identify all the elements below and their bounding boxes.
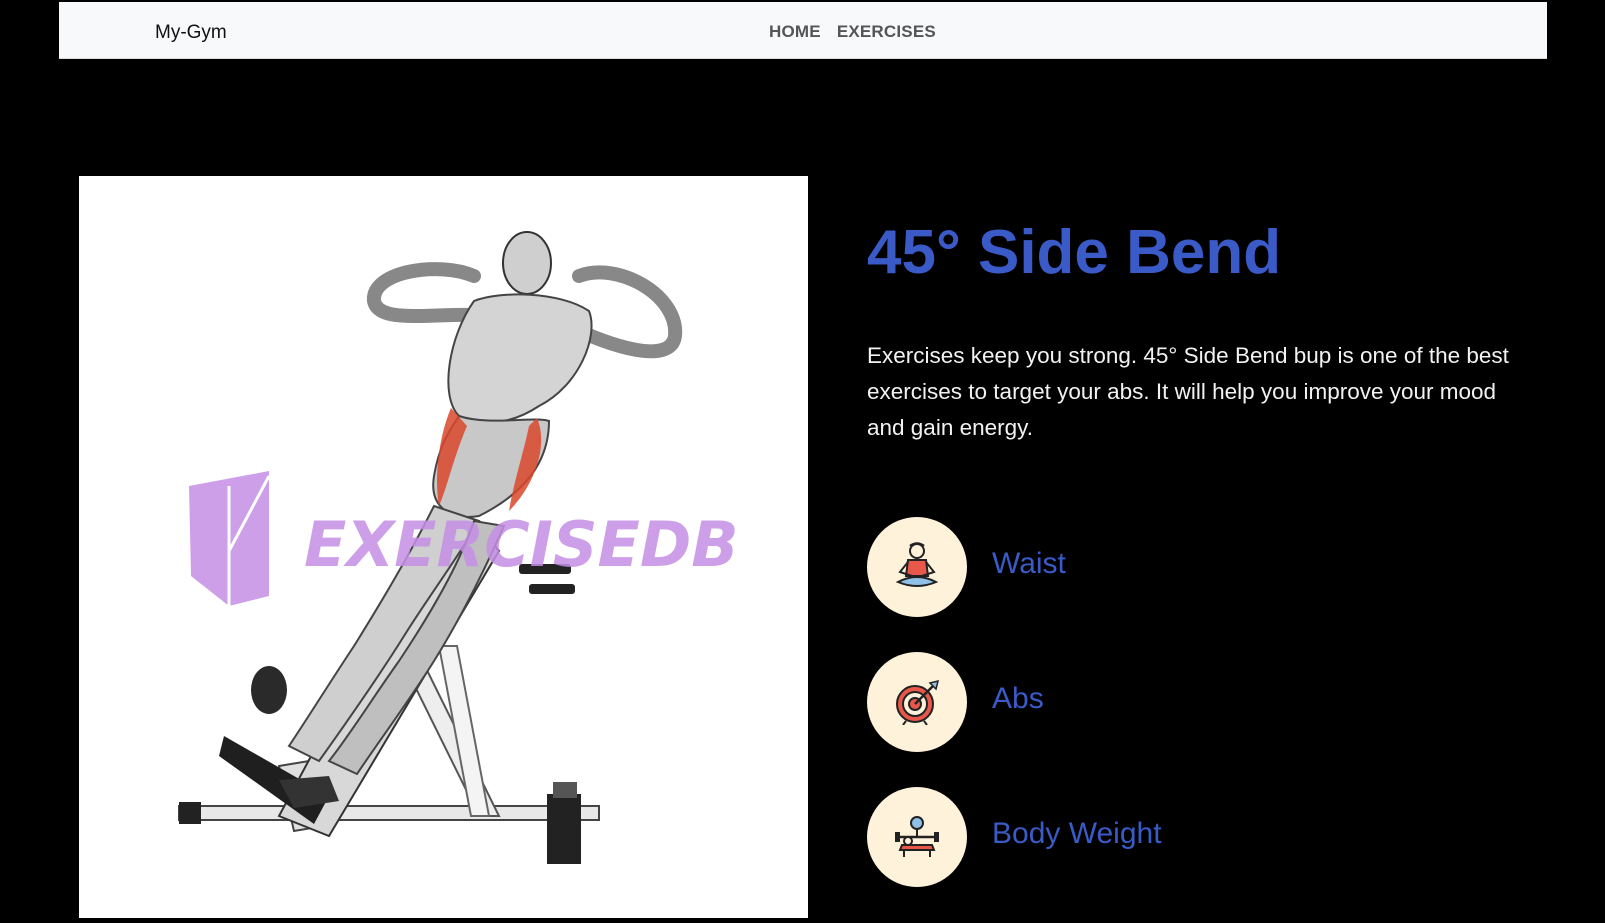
tag-icon-circle [867, 517, 967, 617]
tag-icon-circle [867, 787, 967, 887]
meditation-person-icon [895, 542, 939, 587]
tag-label: Waist [992, 547, 1066, 580]
bench-press-icon [895, 816, 939, 857]
tag-label: Abs [992, 682, 1044, 715]
tag-body-part[interactable]: Waist [867, 517, 1367, 617]
watermark-text: EXERCISEDB [304, 508, 739, 581]
tag-label: Body Weight [992, 817, 1162, 850]
athlete-figure [287, 231, 683, 776]
nav-home-link[interactable]: HOME [769, 22, 821, 42]
exercise-illustration: EXERCISEDB [178, 231, 739, 864]
exercise-description: Exercises keep you strong. 45° Side Bend… [867, 338, 1527, 446]
brand-logo-link[interactable]: My-Gym [155, 22, 227, 44]
target-arrow-icon [896, 679, 940, 725]
navbar: My-Gym HOME EXERCISES [59, 2, 1547, 59]
exercise-title: 45° Side Bend [867, 218, 1282, 287]
exercise-detail-page: My-Gym HOME EXERCISES EXERCISEDB 45° Sid… [0, 0, 1605, 923]
nav-exercises-link[interactable]: EXERCISES [837, 22, 936, 42]
description-line-2: exercises to target your abs. It will he… [867, 379, 1497, 440]
tag-target[interactable]: Abs [867, 652, 1367, 752]
nav-links: HOME EXERCISES [769, 22, 936, 42]
description-line-1: Exercises keep you strong. 45° Side Bend… [867, 343, 1509, 368]
tag-equipment[interactable]: Body Weight [867, 787, 1367, 887]
tag-icon-circle [867, 652, 967, 752]
exercise-gif: EXERCISEDB [79, 176, 808, 918]
